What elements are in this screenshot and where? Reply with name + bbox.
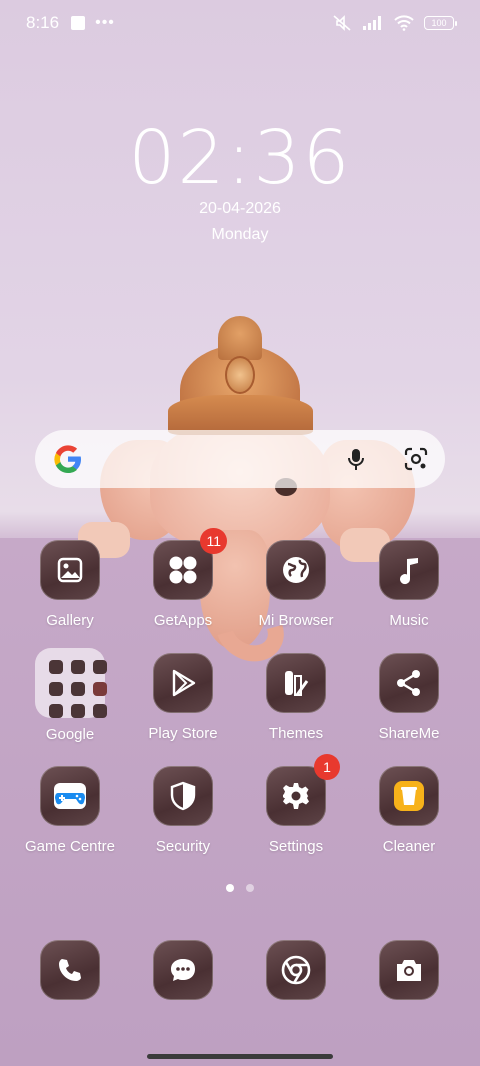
app-label: Game Centre (24, 838, 116, 855)
clock-day: Monday (211, 226, 269, 243)
play-store-icon (153, 653, 213, 713)
more-dots-icon: ••• (95, 14, 115, 31)
app-label: Music (389, 612, 429, 629)
gallery-icon (40, 540, 100, 600)
notification-badge: 11 (200, 528, 227, 554)
app-label: Mi Browser (258, 612, 334, 629)
maps-icon (93, 660, 107, 674)
status-bar: 8:16 ••• 100 (0, 0, 480, 46)
wifi-icon (394, 15, 414, 31)
wallpaper-crown-gem (225, 356, 255, 394)
dock-chrome[interactable] (241, 940, 351, 1000)
status-time: 8:16 (26, 13, 60, 32)
app-game-centre[interactable]: Game Centre (15, 766, 125, 855)
wallpaper-crown-band (168, 395, 313, 435)
google-lens-icon[interactable] (403, 446, 429, 472)
app-play-store[interactable]: Play Store (128, 653, 238, 742)
chrome-icon (266, 940, 326, 1000)
folder-icon (35, 648, 107, 718)
google-app-icon (49, 660, 63, 674)
app-label: Google (45, 726, 95, 743)
app-label: Settings (268, 838, 324, 855)
app-label: Themes (268, 725, 324, 742)
gamepad-icon (40, 766, 100, 826)
dock-messages[interactable] (128, 940, 238, 1000)
gear-icon: 1 (266, 754, 340, 826)
folder-google[interactable]: Google (15, 648, 125, 743)
app-label: Cleaner (382, 838, 436, 855)
youtube-icon (93, 682, 107, 696)
gmail-icon (71, 660, 85, 674)
ytmusic-icon (71, 704, 85, 718)
getapps-icon: 11 (153, 528, 227, 600)
clock-date: 20-04-2026 (199, 200, 281, 217)
app-label: Play Store (148, 725, 218, 742)
app-shareme[interactable]: ShareMe (354, 653, 464, 742)
mute-icon (333, 15, 351, 31)
app-label: ShareMe (378, 725, 440, 742)
dock-camera[interactable] (354, 940, 464, 1000)
app-gallery[interactable]: Gallery (15, 540, 125, 629)
google-logo-icon (54, 445, 81, 473)
app-getapps[interactable]: 11 GetApps (128, 528, 238, 629)
shield-icon (153, 766, 213, 826)
trash-icon (379, 766, 439, 826)
app-mi-browser[interactable]: Mi Browser (241, 540, 351, 629)
app-music[interactable]: Music (354, 540, 464, 629)
app-security[interactable]: Security (128, 766, 238, 855)
dock-phone[interactable] (15, 940, 125, 1000)
battery-icon: 100 (424, 16, 457, 30)
notification-square-icon (71, 16, 86, 30)
themes-icon (266, 653, 326, 713)
phone-icon (40, 940, 100, 1000)
app-label: GetApps (153, 612, 213, 629)
app-label: Gallery (46, 612, 94, 629)
camera-icon (379, 940, 439, 1000)
mic-icon[interactable] (343, 446, 369, 472)
app-themes[interactable]: Themes (241, 653, 351, 742)
messages-icon (153, 940, 213, 1000)
clock-time[interactable]: 02:36 (0, 115, 480, 201)
app-cleaner[interactable]: Cleaner (354, 766, 464, 855)
meet-icon (49, 704, 63, 718)
app-label: Security (155, 838, 211, 855)
notification-badge: 1 (314, 754, 340, 780)
signal-icon (363, 16, 381, 30)
files-icon (93, 704, 107, 718)
drive-icon (49, 682, 63, 696)
wallpaper-crown-top (218, 316, 262, 360)
share-icon (379, 653, 439, 713)
app-settings[interactable]: 1 Settings (241, 754, 351, 855)
music-note-icon (379, 540, 439, 600)
google-search-bar[interactable] (35, 430, 445, 488)
globe-icon (266, 540, 326, 600)
page-indicator-active[interactable] (226, 884, 234, 892)
page-indicator[interactable] (246, 884, 254, 892)
photos-icon (71, 682, 85, 696)
gesture-nav-bar[interactable] (147, 1054, 333, 1059)
